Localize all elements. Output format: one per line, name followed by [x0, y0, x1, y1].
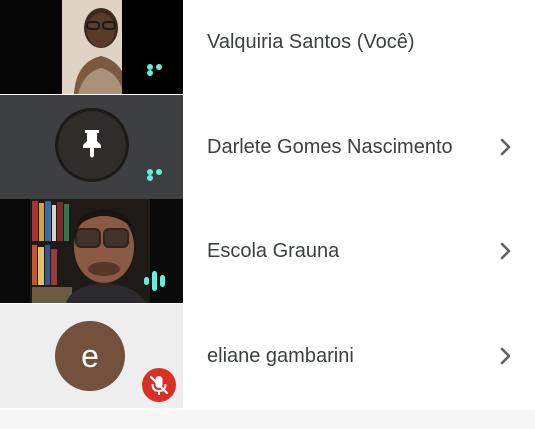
participant-row[interactable]: Valquiria Santos (Você)	[0, 0, 535, 94]
avatar: e	[55, 321, 125, 391]
audio-level-icon	[144, 271, 165, 291]
more-options-icon[interactable]	[147, 169, 173, 181]
bottom-spacer	[0, 410, 535, 429]
mic-off-icon	[142, 368, 176, 402]
participant-name: Valquiria Santos (Você)	[207, 31, 415, 53]
more-options-icon[interactable]	[147, 64, 173, 76]
participant-video-tile	[0, 199, 183, 303]
participant-name: eliane gambarini	[207, 345, 354, 367]
participant-name: Escola Grauna	[207, 240, 340, 262]
participant-row[interactable]: Escola Grauna	[0, 199, 535, 303]
video-thumbnail	[0, 0, 183, 94]
participant-name: Darlete Gomes Nascimento	[207, 136, 453, 158]
participant-video-tile	[0, 0, 183, 94]
chevron-right-icon[interactable]	[493, 239, 517, 263]
participant-row[interactable]: Darlete Gomes Nascimento	[0, 95, 535, 199]
participant-video-tile	[0, 95, 183, 199]
participant-video-tile: e	[0, 304, 183, 408]
chevron-right-icon[interactable]	[493, 135, 517, 159]
participant-row[interactable]: e eliane gambarini	[0, 304, 535, 408]
pin-icon[interactable]	[80, 128, 104, 158]
chevron-right-icon[interactable]	[493, 344, 517, 368]
